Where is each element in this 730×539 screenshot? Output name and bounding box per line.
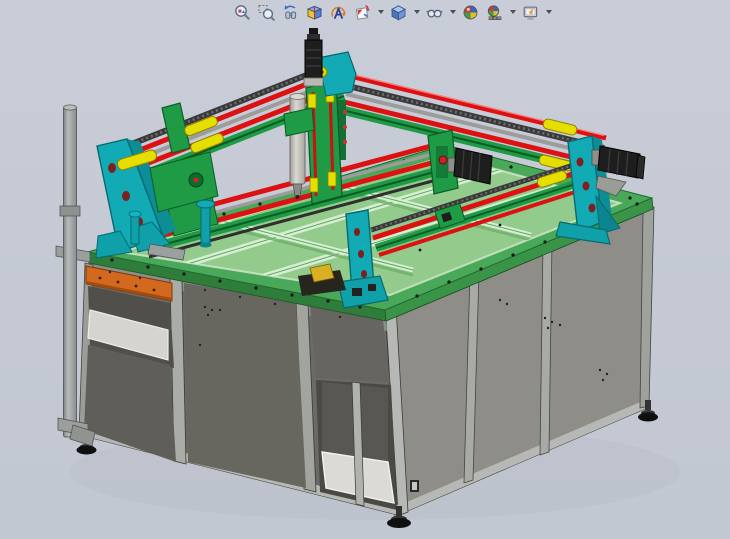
open-bay[interactable] <box>316 380 397 510</box>
annotation-views-icon <box>330 4 347 21</box>
apply-scene-icon <box>486 4 503 21</box>
display-style-button[interactable] <box>388 2 409 22</box>
hide-show-items-button[interactable] <box>424 2 445 22</box>
edit-appearance-icon <box>462 4 479 21</box>
heads-up-view-toolbar <box>232 1 553 23</box>
display-style-icon <box>390 4 407 21</box>
zoom-to-area-button[interactable] <box>256 2 277 22</box>
tray-compartment[interactable] <box>84 266 176 462</box>
zoom-to-area-icon <box>258 4 275 21</box>
section-view-button[interactable] <box>304 2 325 22</box>
hide-show-items-icon <box>426 4 443 21</box>
section-view-icon <box>306 4 323 21</box>
view-settings-dropdown-arrow-icon[interactable] <box>544 2 553 22</box>
previous-view-icon <box>282 4 299 21</box>
previous-view-button[interactable] <box>280 2 301 22</box>
view-orientation-dropdown-arrow-icon[interactable] <box>376 2 385 22</box>
view-settings-button[interactable] <box>520 2 541 22</box>
zoom-to-fit-button[interactable] <box>232 2 253 22</box>
display-style-dropdown-arrow-icon[interactable] <box>412 2 421 22</box>
edit-appearance-button[interactable] <box>460 2 481 22</box>
apply-scene-button[interactable] <box>484 2 505 22</box>
view-orientation-button[interactable] <box>352 2 373 22</box>
apply-scene-dropdown-arrow-icon[interactable] <box>508 2 517 22</box>
cad-model-cnc-gantry-machine[interactable] <box>0 0 730 539</box>
annotation-views-button[interactable] <box>328 2 349 22</box>
view-orientation-icon <box>354 4 371 21</box>
zoom-to-fit-icon <box>234 4 251 21</box>
z-motor <box>304 28 323 86</box>
hide-show-items-dropdown-arrow-icon[interactable] <box>448 2 457 22</box>
view-settings-icon <box>522 4 539 21</box>
cad-graphics-area[interactable] <box>0 0 730 539</box>
